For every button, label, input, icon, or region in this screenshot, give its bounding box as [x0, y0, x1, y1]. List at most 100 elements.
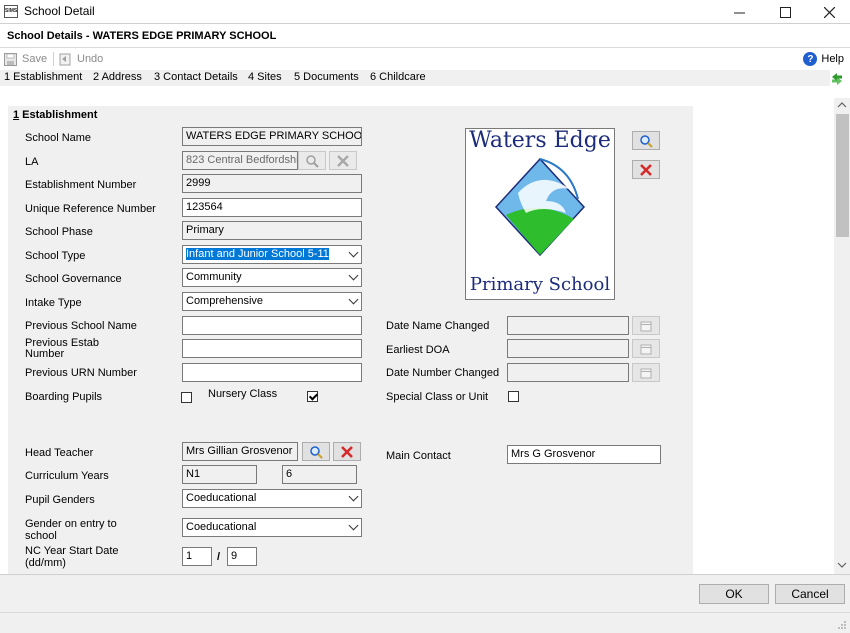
head-teacher-search-button[interactable] [302, 442, 330, 461]
header-divider [0, 47, 850, 48]
sims-app-icon: SIMS [4, 5, 18, 18]
school-type-label: School Type [25, 250, 86, 262]
main-contact-field[interactable]: Mrs G Grosvenor [507, 445, 661, 464]
close-window-button[interactable] [806, 0, 850, 24]
scroll-up-icon[interactable] [837, 101, 847, 109]
nc-start-day-field[interactable]: 1 [182, 547, 212, 566]
tab-childcare[interactable]: 6 Childcare [370, 71, 426, 83]
tab-documents[interactable]: 5 Documents [294, 71, 359, 83]
la-field[interactable]: 823 Central Bedfordshire [182, 151, 298, 170]
chevron-down-icon [348, 491, 359, 502]
logo-delete-button[interactable] [632, 160, 660, 179]
head-teacher-clear-button[interactable] [333, 442, 361, 461]
save-button[interactable]: Save [4, 51, 47, 67]
head-teacher-label: Head Teacher [25, 447, 94, 459]
resize-grip-icon[interactable] [837, 620, 847, 630]
minimize-button[interactable] [716, 0, 762, 24]
date-number-changed-field[interactable] [507, 363, 629, 382]
delete-x-icon [640, 163, 652, 176]
gender-on-entry-value: Coeducational [186, 521, 257, 533]
close-icon [823, 6, 835, 18]
establishment-number-label: Establishment Number [25, 179, 137, 191]
status-divider [0, 612, 850, 613]
gender-on-entry-label-line2: school [25, 530, 57, 542]
tab-establishment[interactable]: 1 Establishment [4, 71, 82, 83]
school-type-select[interactable]: Infant and Junior School 5-11 [182, 245, 362, 264]
search-icon [310, 445, 323, 459]
undo-icon [59, 53, 71, 65]
nursery-class-label: Nursery Class [208, 388, 278, 400]
calendar-icon [640, 321, 652, 331]
nc-year-start-label-line2: (dd/mm) [25, 557, 66, 569]
date-number-changed-label: Date Number Changed [386, 367, 500, 379]
la-label: LA [25, 156, 39, 168]
chevron-down-icon [348, 270, 359, 281]
search-icon [306, 154, 319, 168]
nc-year-start-label-line1: NC Year Start Date [25, 545, 119, 557]
chevron-down-icon [348, 294, 359, 305]
section-title-text: Establishment [19, 109, 98, 121]
previous-school-name-label: Previous School Name [25, 320, 137, 332]
undo-button[interactable]: Undo [59, 51, 103, 67]
pupil-genders-select[interactable]: Coeducational [182, 489, 362, 508]
main-contact-label: Main Contact [386, 450, 451, 462]
la-clear-button[interactable] [329, 151, 357, 170]
section-title: 1 Establishment [13, 109, 97, 121]
boarding-pupils-checkbox[interactable] [181, 392, 192, 403]
ok-button[interactable]: OK [699, 584, 769, 604]
scrollbar-thumb[interactable] [836, 114, 849, 237]
urn-field[interactable]: 123564 [182, 198, 362, 217]
earliest-doa-calendar-button[interactable] [632, 339, 660, 358]
nc-start-month-field[interactable]: 9 [227, 547, 257, 566]
help-button[interactable]: ? Help [803, 51, 844, 67]
previous-estab-label-line2: Number [25, 348, 65, 360]
window-title: School Detail [24, 4, 95, 18]
special-class-label: Special Class or Unit [386, 391, 489, 403]
earliest-doa-field[interactable] [507, 339, 629, 358]
school-phase-field[interactable]: Primary [182, 221, 362, 240]
date-number-changed-calendar-button[interactable] [632, 363, 660, 382]
curriculum-years-from-field[interactable]: N1 [182, 465, 257, 484]
maximize-button[interactable] [762, 0, 808, 24]
school-governance-select[interactable]: Community [182, 268, 362, 287]
logo-bottom-text: Primary School [469, 274, 611, 295]
tab-sites[interactable]: 4 Sites [248, 71, 282, 83]
refresh-arrows-icon[interactable] [830, 72, 844, 86]
date-name-changed-calendar-button[interactable] [632, 316, 660, 335]
date-name-changed-field[interactable] [507, 316, 629, 335]
nursery-class-checkbox[interactable] [307, 391, 318, 402]
scroll-down-icon[interactable] [837, 561, 847, 569]
tab-address[interactable]: 2 Address [93, 71, 142, 83]
head-teacher-field[interactable]: Mrs Gillian Grosvenor [182, 442, 298, 461]
calendar-icon [640, 368, 652, 378]
school-name-label: School Name [25, 132, 92, 144]
school-name-field[interactable]: WATERS EDGE PRIMARY SCHOOL [182, 127, 362, 146]
establishment-number-field[interactable]: 2999 [182, 174, 362, 193]
previous-school-name-field[interactable] [182, 316, 362, 335]
gender-on-entry-select[interactable]: Coeducational [182, 518, 362, 537]
chevron-down-icon [348, 520, 359, 531]
tab-contact-details[interactable]: 3 Contact Details [154, 71, 238, 83]
school-type-value: Infant and Junior School 5-11 [186, 248, 329, 260]
date-separator: / [217, 551, 221, 563]
la-search-button[interactable] [298, 151, 326, 170]
cancel-button[interactable]: Cancel [775, 584, 845, 604]
intake-type-select[interactable]: Comprehensive [182, 292, 362, 311]
curriculum-years-to-field[interactable]: 6 [282, 465, 357, 484]
intake-type-value: Comprehensive [186, 295, 264, 307]
calendar-icon [640, 344, 652, 354]
delete-x-icon [337, 154, 349, 167]
form-title: School Details - WATERS EDGE PRIMARY SCH… [7, 30, 277, 42]
undo-label: Undo [77, 53, 104, 65]
logo-browse-button[interactable] [632, 131, 660, 150]
date-name-changed-label: Date Name Changed [386, 320, 490, 332]
help-icon: ? [803, 52, 818, 66]
previous-urn-label: Previous URN Number [25, 367, 137, 379]
gender-on-entry-label-line1: Gender on entry to [25, 518, 117, 530]
special-class-checkbox[interactable] [508, 391, 519, 402]
previous-urn-field[interactable] [182, 363, 362, 382]
earliest-doa-label: Earliest DOA [386, 344, 450, 356]
previous-estab-number-field[interactable] [182, 339, 362, 358]
delete-x-icon [341, 445, 353, 458]
school-governance-value: Community [186, 271, 242, 283]
